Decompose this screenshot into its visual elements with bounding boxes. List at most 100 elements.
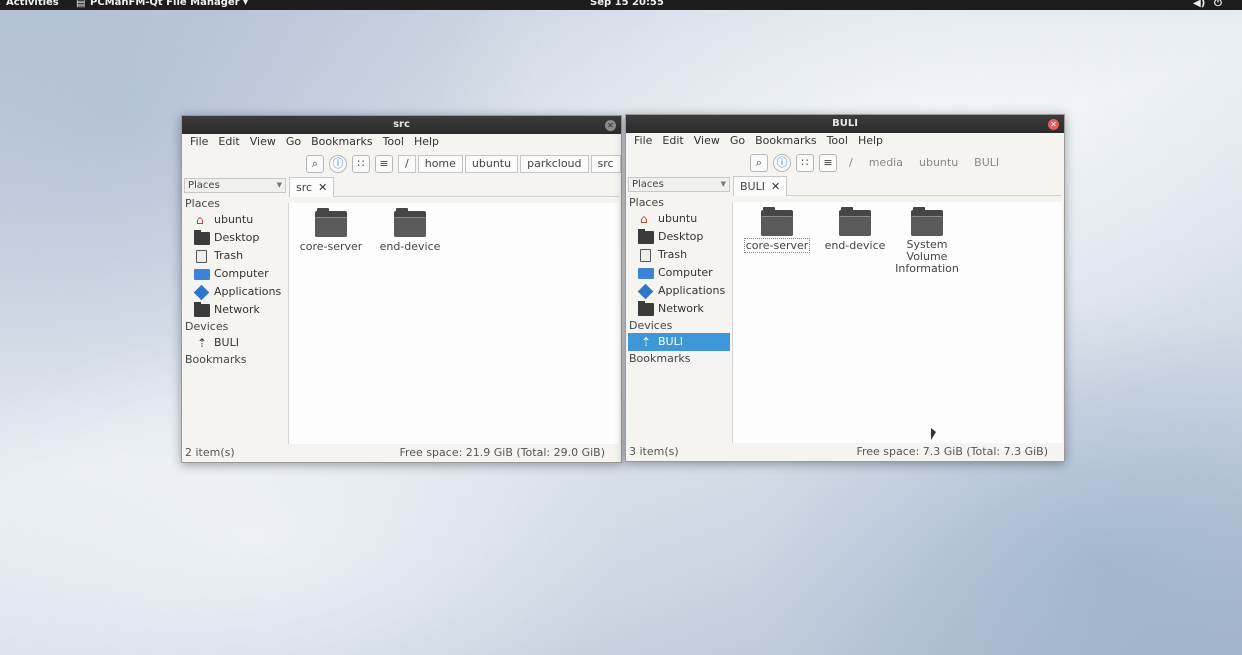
file-item-core-server[interactable]: core-server xyxy=(737,207,817,253)
menu-file[interactable]: File xyxy=(634,134,652,150)
folder-icon xyxy=(394,208,426,237)
close-tab-icon[interactable]: ✕ xyxy=(318,181,327,194)
menu-view[interactable]: View xyxy=(250,135,276,151)
file-item-system-volume-information[interactable]: System Volume Information xyxy=(893,207,961,275)
menu-file[interactable]: File xyxy=(190,135,208,151)
sidebar: Places ubuntu Desktop Trash Computer App… xyxy=(184,196,286,444)
sidebar-item-trash[interactable]: Trash xyxy=(628,246,730,264)
menu-view[interactable]: View xyxy=(694,134,720,150)
file-manager-window-buli: BULI ✕ File Edit View Go Bookmarks Tool … xyxy=(625,114,1065,462)
side-pane-mode-select[interactable]: Places ▼ xyxy=(184,178,286,193)
icon-view-icon[interactable]: ∷ xyxy=(796,154,814,172)
sidebar-item-desktop[interactable]: Desktop xyxy=(628,228,730,246)
breadcrumb-ubuntu[interactable]: ubuntu xyxy=(912,154,965,172)
sidebar-bookmarks-header: Bookmarks xyxy=(185,353,247,366)
status-free-space: Free space: 7.3 GiB (Total: 7.3 GiB) xyxy=(856,445,1048,458)
side-pane-mode-select[interactable]: Places ▼ xyxy=(628,177,730,192)
search-icon[interactable]: ⌕ xyxy=(306,155,324,173)
menu-help[interactable]: Help xyxy=(414,135,439,151)
tab-src[interactable]: src ✕ xyxy=(289,177,335,197)
tab-buli[interactable]: BULI ✕ xyxy=(733,176,788,196)
window-title: BULI xyxy=(832,118,858,129)
volume-icon[interactable]: ◀) xyxy=(1193,0,1205,9)
sidebar-item-computer[interactable]: Computer xyxy=(184,265,286,283)
folder-icon xyxy=(194,301,210,317)
file-item-core-server[interactable]: core-server xyxy=(291,208,371,253)
trash-icon xyxy=(196,249,207,263)
chevron-down-icon: ▼ xyxy=(720,180,726,188)
sidebar: Places ubuntu Desktop Trash Computer App… xyxy=(628,195,730,443)
menu-bar: File Edit View Go Bookmarks Tool Help xyxy=(634,134,883,150)
folder-icon xyxy=(315,208,347,237)
icon-view-icon[interactable]: ∷ xyxy=(352,155,370,173)
file-item-end-device[interactable]: end-device xyxy=(370,208,450,253)
sidebar-item-ubuntu[interactable]: ubuntu xyxy=(628,210,730,228)
sidebar-places-header: Places xyxy=(185,197,220,210)
sidebar-item-desktop[interactable]: Desktop xyxy=(184,229,286,247)
sidebar-item-computer[interactable]: Computer xyxy=(628,264,730,282)
info-icon[interactable]: ⓘ xyxy=(773,154,791,172)
sidebar-item-trash[interactable]: Trash xyxy=(184,247,286,265)
status-item-count: 2 item(s) xyxy=(185,446,235,459)
breadcrumb-src[interactable]: src xyxy=(590,155,621,173)
menu-tool[interactable]: Tool xyxy=(383,135,404,151)
sidebar-item-ubuntu[interactable]: ubuntu xyxy=(184,211,286,229)
power-icon[interactable]: ⏻ xyxy=(1214,0,1222,9)
app-menu-icon: ▤ xyxy=(76,0,86,9)
close-icon[interactable]: ✕ xyxy=(1048,119,1059,130)
close-icon[interactable]: ✕ xyxy=(605,120,616,131)
menu-go[interactable]: Go xyxy=(286,135,301,151)
menu-edit[interactable]: Edit xyxy=(218,135,239,151)
applications-icon xyxy=(637,283,654,299)
sidebar-item-applications[interactable]: Applications xyxy=(628,282,730,300)
breadcrumb-parkcloud[interactable]: parkcloud xyxy=(520,155,589,173)
folder-icon xyxy=(911,207,943,236)
mouse-pointer-icon xyxy=(931,428,936,440)
sidebar-item-applications[interactable]: Applications xyxy=(184,283,286,301)
search-icon[interactable]: ⌕ xyxy=(750,154,768,172)
file-manager-window-src: src ✕ File Edit View Go Bookmarks Tool H… xyxy=(181,115,622,463)
chevron-down-icon: ▼ xyxy=(276,181,282,189)
home-icon xyxy=(638,210,654,228)
folder-view[interactable]: core-server end-device System Volume Inf… xyxy=(732,202,1062,443)
status-bar: 3 item(s) Free space: 7.3 GiB (Total: 7.… xyxy=(629,444,1048,460)
toolbar: ⌕ ⓘ ∷ ≡ / home ubuntu parkcloud src xyxy=(306,154,623,174)
breadcrumb-root[interactable]: / xyxy=(842,154,860,172)
sidebar-item-buli[interactable]: BULI xyxy=(184,334,286,352)
status-free-space: Free space: 21.9 GiB (Total: 29.0 GiB) xyxy=(399,446,605,459)
breadcrumb-buli[interactable]: BULI xyxy=(967,154,1006,172)
activities-button[interactable]: Activities xyxy=(6,0,59,8)
usb-drive-icon xyxy=(638,333,654,351)
menu-bookmarks[interactable]: Bookmarks xyxy=(755,134,816,150)
applications-icon xyxy=(193,284,210,300)
status-item-count: 3 item(s) xyxy=(629,445,679,458)
breadcrumb-home[interactable]: home xyxy=(417,155,463,173)
menu-tool[interactable]: Tool xyxy=(827,134,848,150)
tab-bar: BULI ✕ xyxy=(733,176,1062,196)
breadcrumb-root[interactable]: / xyxy=(398,155,416,173)
breadcrumb-media[interactable]: media xyxy=(862,154,910,172)
sidebar-item-network[interactable]: Network xyxy=(628,300,730,318)
window-titlebar[interactable]: src ✕ xyxy=(182,116,621,134)
list-view-icon[interactable]: ≡ xyxy=(375,155,393,173)
clock[interactable]: Sep 15 20:55 xyxy=(590,0,664,8)
sidebar-devices-header: Devices xyxy=(629,319,673,332)
app-menu-button[interactable]: PCManFM-Qt File Manager ▾ xyxy=(90,0,248,8)
folder-icon xyxy=(194,229,210,245)
list-view-icon[interactable]: ≡ xyxy=(819,154,837,172)
folder-icon xyxy=(839,207,871,236)
menu-help[interactable]: Help xyxy=(858,134,883,150)
menu-edit[interactable]: Edit xyxy=(662,134,683,150)
sidebar-item-network[interactable]: Network xyxy=(184,301,286,319)
file-item-end-device[interactable]: end-device xyxy=(815,207,895,252)
sidebar-devices-header: Devices xyxy=(185,320,229,333)
folder-view[interactable]: core-server end-device xyxy=(288,203,619,444)
menu-go[interactable]: Go xyxy=(730,134,745,150)
sidebar-item-buli[interactable]: BULI xyxy=(628,333,730,351)
folder-icon xyxy=(761,207,793,236)
window-titlebar[interactable]: BULI ✕ xyxy=(626,115,1064,133)
close-tab-icon[interactable]: ✕ xyxy=(771,180,780,193)
menu-bookmarks[interactable]: Bookmarks xyxy=(311,135,372,151)
breadcrumb-ubuntu[interactable]: ubuntu xyxy=(464,155,519,173)
info-icon[interactable]: ⓘ xyxy=(329,155,347,173)
